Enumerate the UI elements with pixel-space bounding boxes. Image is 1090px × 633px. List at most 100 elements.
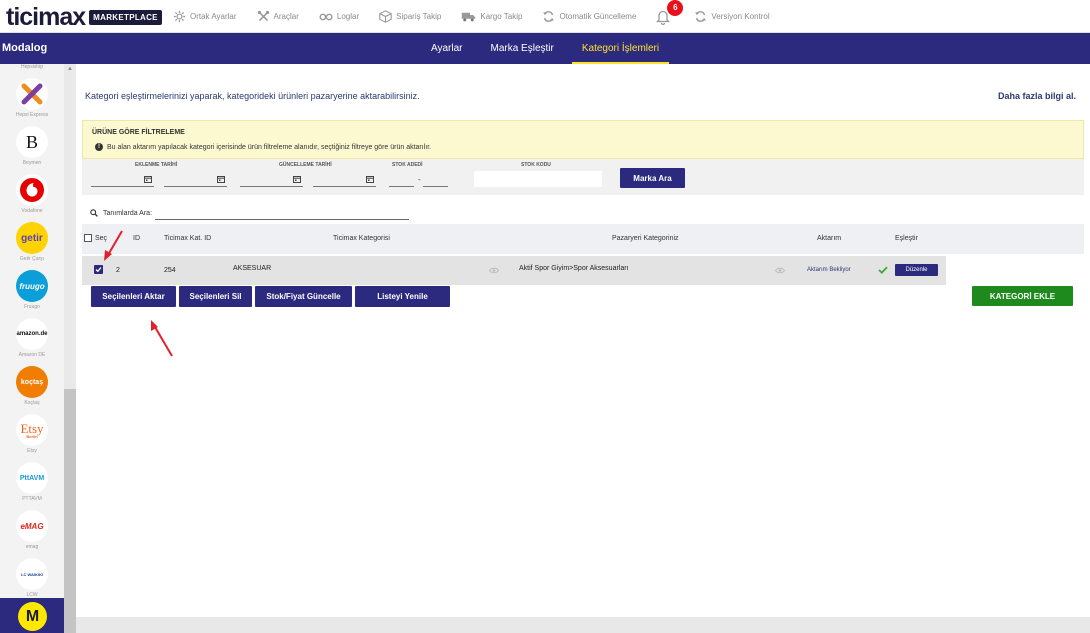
sidebar-item-label: Hepsi Express [15, 112, 49, 118]
more-info-link[interactable]: Daha fazla bilgi al. [998, 91, 1076, 101]
created-date-end-input[interactable] [164, 171, 227, 187]
label-guncelleme-tarihi: GÜNCELLEME TARİHİ [279, 162, 332, 168]
check-icon [878, 266, 888, 274]
label-eklenme-tarihi: EKLENME TARİHİ [135, 162, 178, 168]
topnav-label: Sipariş Takip [396, 12, 442, 21]
cell-ticimax-id: 254 [164, 267, 176, 274]
ticimax-logo[interactable]: ticimax MARKETPLACE [6, 4, 162, 30]
row-checkbox[interactable] [94, 265, 103, 274]
sidebar-item-koctas[interactable]: koçtaş Koçtaş [0, 366, 64, 414]
sidebar-item-getir[interactable]: getir Getir Çarşı [0, 222, 64, 270]
col-transfer: Aktarım [817, 235, 842, 242]
sidebar-item-label: Fruugo [24, 304, 40, 310]
topnav-label: Loglar [336, 12, 360, 21]
sync-icon [543, 11, 555, 22]
edit-button[interactable]: Düzenle [895, 264, 938, 276]
table-row: 2 254 AKSESUAR Aktif Spor Giyim>Spor Aks… [82, 256, 946, 285]
col-market-category: Pazaryeri Kategoriniz [612, 235, 679, 242]
tab-bar: Ayarlar Marka Eşleştir Kategori İşlemler… [421, 33, 677, 64]
tab-ayarlar[interactable]: Ayarlar [421, 33, 473, 64]
stock-count-min-input[interactable] [389, 171, 414, 187]
definition-search-input[interactable] [155, 206, 410, 220]
eye-icon[interactable] [489, 267, 499, 274]
transfer-selected-button[interactable]: Seçilenleri Aktar [91, 286, 176, 307]
marka-ara-button[interactable]: Marka Ara [620, 168, 685, 188]
topnav-otomatik-guncelleme[interactable]: Otomatik Güncelleme [542, 10, 636, 23]
delete-selected-button[interactable]: Seçilenleri Sil [179, 286, 252, 307]
filter-inputs: EKLENME TARİHİ GÜNCELLEME TARİHİ STOK AD… [82, 159, 1084, 195]
top-navigation: Ortak Ayarlar Araçlar Loglar Sipariş Tak… [173, 0, 790, 33]
sidebar-item-label: Vodafone [21, 208, 43, 214]
select-all-checkbox[interactable] [84, 234, 92, 243]
topnav-loglar[interactable]: Loglar [319, 12, 359, 22]
etsy-logo: Etsy Berlin [16, 414, 48, 446]
hepsi-express-logo [16, 78, 48, 110]
logo-badge: MARKETPLACE [89, 9, 162, 25]
sidebar-item-amazon-de[interactable]: amazon.de Amazon DE [0, 318, 64, 366]
main-navbar: Modalog Ayarlar Marka Eşleştir Kategori … [0, 33, 1090, 64]
etsy-wordmark: Etsy [20, 420, 44, 436]
topnav-label: Otomatik Güncelleme [559, 12, 637, 21]
topnav-ortak-ayarlar[interactable]: Ortak Ayarlar [173, 10, 237, 23]
topnav-siparis-takip[interactable]: Sipariş Takip [379, 10, 441, 23]
refresh-list-button[interactable]: Listeyi Yenile [355, 286, 450, 307]
sidebar-item-beymen[interactable]: B Beymen [0, 126, 64, 174]
update-stock-price-button[interactable]: Stok/Fiyat Güncelle [255, 286, 352, 307]
updated-date-start-input[interactable] [240, 171, 303, 187]
definition-search: Tanımlarda Ara: [90, 205, 410, 221]
calendar-icon[interactable] [217, 175, 225, 183]
sidebar-item-fruugo[interactable]: fruugo Fruugo [0, 270, 64, 318]
sidebar-item-label: Hepsiship [21, 64, 43, 70]
range-dash: - [418, 175, 421, 184]
filter-panel: ÜRÜNE GÖRE FİLTRELEME ! Bu alan aktarım … [82, 120, 1084, 159]
topnav-versiyon-kontrol[interactable]: Versiyon Kontrol [694, 10, 770, 23]
sidebar-item-hepsi-express[interactable]: Hepsi Express [0, 78, 64, 126]
modalog-logo: M [18, 602, 47, 631]
beymen-logo: B [16, 126, 48, 158]
koctas-logo: koçtaş [16, 366, 48, 398]
topnav-label: Araçlar [273, 12, 299, 21]
vodafone-logo [16, 174, 48, 206]
tab-marka-eslestir[interactable]: Marka Eşleştir [481, 33, 564, 64]
search-label: Tanımlarda Ara: [103, 209, 153, 217]
sidebar-item-label: Amazon DE [18, 352, 46, 358]
topnav-araclar[interactable]: Araçlar [257, 10, 299, 23]
col-select-label: Seç [95, 235, 108, 242]
add-category-button[interactable]: KATEGORİ EKLE [972, 286, 1073, 306]
sidebar-item-label: PTTAVM [22, 496, 42, 502]
filter-note: ! Bu alan aktarım yapılacak kategori içe… [95, 143, 431, 151]
eye-icon[interactable] [775, 267, 785, 274]
sidebar-item-vodafone[interactable]: Vodafone [0, 174, 64, 222]
pttavm-logo: PttAVM [16, 462, 48, 494]
etsy-sub-label: Berlin [26, 433, 38, 439]
topnav-label: Versiyon Kontrol [711, 12, 770, 21]
sidebar-item-label: Etsy [27, 448, 37, 454]
scroll-up-icon[interactable]: ▲ [67, 66, 73, 72]
topnav-kargo-takip[interactable]: Kargo Takip [461, 11, 522, 22]
bottom-strip [76, 617, 1090, 633]
sidebar-item-pttavm[interactable]: PttAVM PTTAVM [0, 462, 64, 510]
updated-date-end-input[interactable] [313, 171, 376, 187]
calendar-icon[interactable] [144, 175, 152, 183]
calendar-icon[interactable] [366, 175, 374, 183]
tools-icon [257, 10, 269, 22]
topnav-label: Ortak Ayarlar [190, 12, 237, 21]
sidebar-scrollbar-thumb[interactable] [64, 389, 76, 633]
gear-icon [173, 10, 186, 23]
calendar-icon[interactable] [293, 175, 301, 183]
log-icon [319, 13, 333, 20]
marketplace-brand: Modalog [2, 42, 48, 54]
fruugo-logo: fruugo [16, 270, 48, 302]
stock-count-max-input[interactable] [423, 171, 448, 187]
notifications[interactable]: 6 [656, 0, 684, 25]
sidebar-item-label: emag [25, 544, 39, 550]
sidebar-item-emag[interactable]: eMAG emag [0, 510, 64, 558]
tab-kategori-islemleri[interactable]: Kategori İşlemleri [571, 33, 670, 64]
stock-code-input[interactable] [474, 171, 602, 187]
col-select: Seç [84, 224, 107, 254]
sidebar-item-modalog-active[interactable]: M [0, 598, 64, 633]
checkmark-icon [95, 267, 102, 273]
sidebar-item-etsy[interactable]: Etsy Berlin Etsy [0, 414, 64, 462]
top-bar: ticimax MARKETPLACE Ortak Ayarlar Araçla… [0, 0, 1090, 33]
created-date-start-input[interactable] [91, 171, 154, 187]
